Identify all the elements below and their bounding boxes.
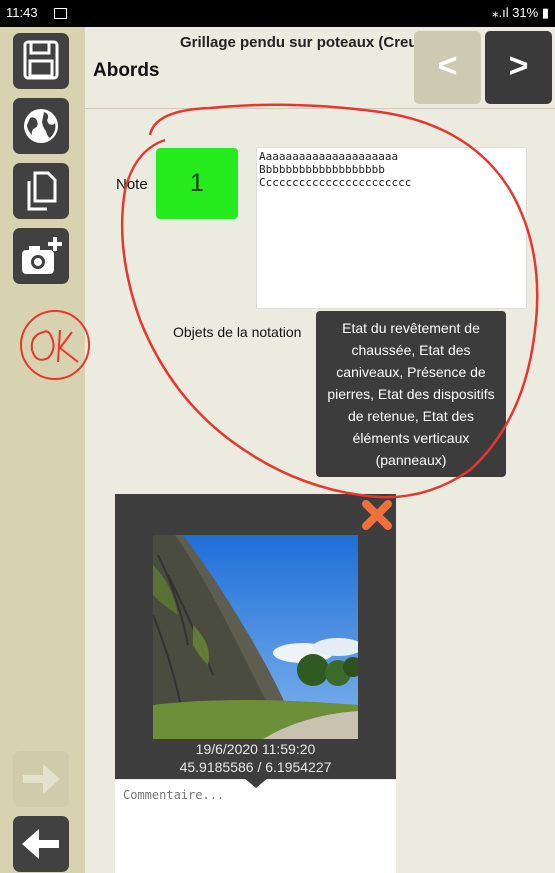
save-button[interactable] (13, 33, 69, 89)
section-title: Abords (93, 60, 160, 81)
copy-icon (27, 171, 57, 211)
note-text-area[interactable]: Aaaaaaaaaaaaaaaaaaaaa Bbbbbbbbbbbbbbbbbb… (256, 147, 527, 309)
globe-icon (24, 109, 58, 143)
page-title: Grillage pendu sur poteaux (Creux) (180, 34, 431, 51)
duplicate-button[interactable] (13, 163, 69, 219)
battery-percent: 31% (512, 5, 539, 20)
close-icon[interactable] (360, 498, 394, 532)
status-signal-battery: ⁎.ıl 31% ▮ (492, 5, 549, 21)
arrow-left-icon (22, 829, 59, 859)
comment-field[interactable] (115, 780, 396, 873)
next-item-button[interactable] (13, 751, 69, 807)
photo-image (153, 535, 358, 739)
header-divider (85, 108, 555, 109)
status-time: 11:43 (6, 5, 38, 20)
note-value-button[interactable]: 1 (156, 148, 238, 219)
photo-pointer (243, 777, 269, 788)
next-button[interactable]: > (485, 31, 552, 104)
previous-button[interactable]: < (414, 31, 481, 104)
note-label: Note (116, 176, 148, 193)
objects-label: Objets de la notation (173, 324, 302, 340)
battery-icon: ▮ (538, 5, 549, 20)
photo-thumbnail[interactable] (153, 535, 358, 739)
add-camera-icon (22, 237, 62, 274)
objects-tooltip: Etat du revêtement de chaussée, Etat des… (316, 311, 506, 477)
status-bar: 11:43 ⁎.ıl 31% ▮ (0, 0, 555, 27)
photo-date: 19/6/2020 11:59:20 (195, 741, 316, 757)
add-photo-button[interactable] (13, 228, 69, 284)
save-icon (23, 40, 59, 80)
signal-icon: ⁎.ıl (491, 5, 513, 20)
arrow-right-icon (23, 764, 60, 794)
sidebar (0, 27, 85, 873)
map-button[interactable] (13, 98, 69, 154)
photo-coordinates: 45.9185586 / 6.1954227 (179, 759, 332, 775)
gallery-notification-icon (54, 8, 67, 19)
back-button[interactable] (13, 816, 69, 872)
